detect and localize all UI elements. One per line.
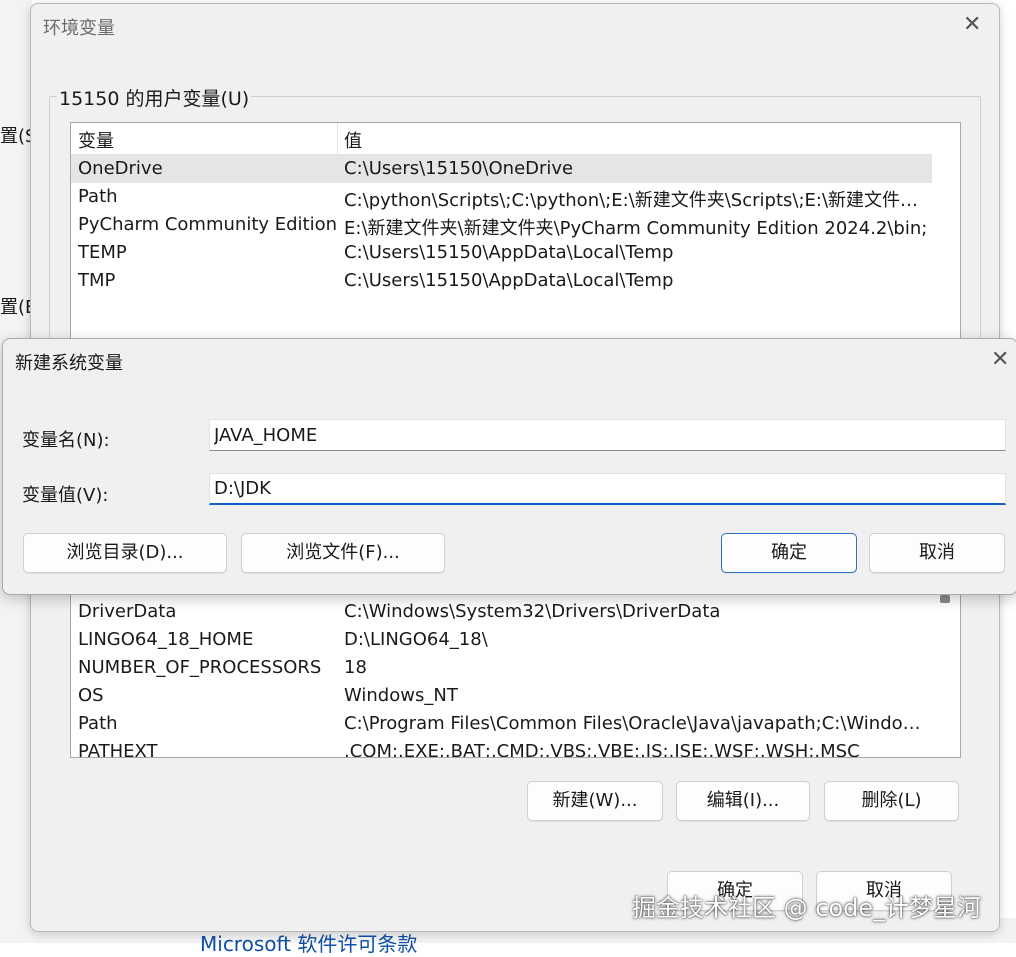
variable-value: C:\Windows\System32\Drivers\DriverData [344, 601, 721, 622]
table-row[interactable]: PATHEXT .COM;.EXE;.BAT;.CMD;.VBS;.VBE;.J… [71, 738, 932, 758]
variable-value: .COM;.EXE;.BAT;.CMD;.VBS;.VBE;.JS;.JSE;.… [344, 741, 860, 758]
dialog-title: 环境变量 [43, 18, 115, 39]
variable-value: D:\LINGO64_18\ [344, 629, 488, 650]
variable-value: C:\python\Scripts\;C:\python\;E:\新建文件夹\S… [344, 190, 932, 211]
watermark: 掘金技术社区 @ code_计梦星河 [632, 894, 982, 922]
variable-name: OneDrive [78, 158, 163, 179]
scrollbar-thumb[interactable] [940, 595, 950, 603]
table-row[interactable]: DriverData C:\Windows\System32\Drivers\D… [71, 598, 932, 626]
variable-name: Path [78, 186, 118, 207]
variable-name: TEMP [78, 242, 127, 263]
table-row[interactable]: TMP C:\Users\15150\AppData\Local\Temp [71, 267, 932, 295]
variable-name: Path [78, 713, 118, 734]
table-row[interactable]: Path C:\python\Scripts\;C:\python\;E:\新建… [71, 183, 932, 211]
browse-directory-button[interactable]: 浏览目录(D)... [23, 533, 227, 573]
variable-name: TMP [78, 270, 116, 291]
variable-name: PyCharm Community Edition [78, 214, 338, 235]
variable-name: DriverData [78, 601, 177, 622]
variable-value: C:\Users\15150\AppData\Local\Temp [344, 242, 674, 263]
new-system-variable-dialog: 新建系统变量 ✕ 变量名(N): 变量值(V): 浏览目录(D)... 浏览文件… [2, 338, 1016, 595]
user-variables-label: 15150 的用户变量(U) [57, 84, 252, 111]
variable-name: LINGO64_18_HOME [78, 629, 254, 650]
cancel-button[interactable]: 取消 [869, 533, 1005, 573]
column-header-value[interactable]: 值 [344, 127, 362, 153]
variable-value-label: 变量值(V): [22, 485, 109, 506]
table-row[interactable]: Path C:\Program Files\Common Files\Oracl… [71, 710, 932, 738]
variable-value: E:\新建文件夹\新建文件夹\PyCharm Community Edition… [344, 218, 928, 239]
dialog-title: 新建系统变量 [15, 353, 123, 374]
delete-system-variable-button[interactable]: 删除(L) [824, 781, 959, 821]
variable-value: 18 [344, 657, 367, 678]
table-row[interactable]: NUMBER_OF_PROCESSORS 18 [71, 654, 932, 682]
user-variables-list[interactable]: 变量 值 OneDrive C:\Users\15150\OneDrive Pa… [70, 122, 961, 356]
browse-file-button[interactable]: 浏览文件(F)... [241, 533, 445, 573]
variable-value: Windows_NT [344, 685, 458, 706]
column-header-variable[interactable]: 变量 [78, 127, 114, 153]
variable-name: PATHEXT [78, 741, 158, 758]
table-row[interactable]: LINGO64_18_HOME D:\LINGO64_18\ [71, 626, 932, 654]
new-system-variable-button[interactable]: 新建(W)... [527, 781, 663, 821]
table-row[interactable]: OneDrive C:\Users\15150\OneDrive [71, 155, 932, 183]
column-divider[interactable] [337, 123, 338, 154]
close-icon[interactable]: ✕ [963, 14, 981, 36]
variable-name: NUMBER_OF_PROCESSORS [78, 657, 322, 678]
close-icon[interactable]: ✕ [991, 349, 1009, 371]
variable-value-input[interactable] [209, 473, 1006, 505]
table-row[interactable]: OS Windows_NT [71, 682, 932, 710]
variable-value: C:\Program Files\Common Files\Oracle\Jav… [344, 713, 932, 734]
ok-button[interactable]: 确定 [721, 533, 857, 573]
variable-value: C:\Users\15150\AppData\Local\Temp [344, 270, 674, 291]
list-header: 变量 值 [71, 123, 932, 155]
table-row[interactable]: TEMP C:\Users\15150\AppData\Local\Temp [71, 239, 932, 267]
table-row[interactable]: PyCharm Community Edition E:\新建文件夹\新建文件夹… [71, 211, 932, 239]
edit-system-variable-button[interactable]: 编辑(I)... [676, 781, 810, 821]
variable-name-label: 变量名(N): [22, 430, 110, 451]
variable-value: C:\Users\15150\OneDrive [344, 158, 574, 179]
variable-name: OS [78, 685, 104, 706]
variable-name-input[interactable] [209, 419, 1006, 451]
